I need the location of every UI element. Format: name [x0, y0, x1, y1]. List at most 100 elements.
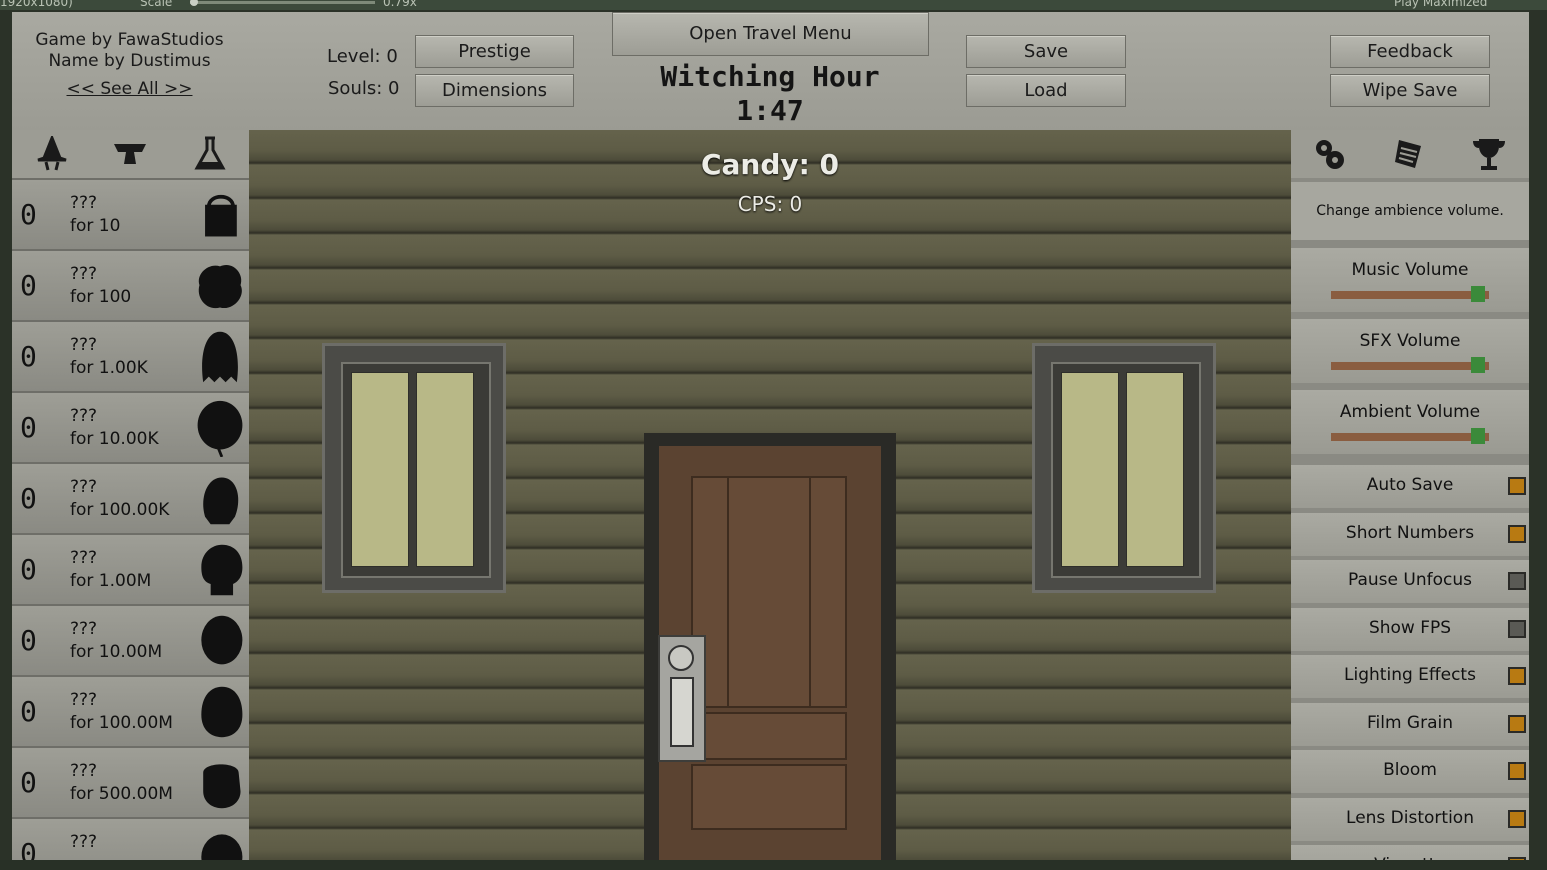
notes-icon[interactable] [1391, 136, 1427, 172]
setting-checkbox[interactable] [1508, 477, 1526, 495]
upgrade-row[interactable]: 0??? for 100 [12, 249, 249, 320]
scale-slider-knob[interactable] [190, 0, 198, 6]
right-tabs [1291, 130, 1529, 178]
scale-slider[interactable] [190, 1, 375, 4]
credit-line-1: Game by FawaStudios [35, 30, 224, 50]
locked-silhouette-icon [198, 265, 242, 309]
setting-toggle-row[interactable]: Film Grain [1291, 702, 1529, 746]
volume-slider-handle[interactable] [1471, 286, 1486, 302]
editor-toolbar: 1920x1080) Scale 0.79x Play Maximized [0, 0, 1547, 10]
upgrade-row[interactable]: 0??? for 500.00M [12, 746, 249, 817]
setting-toggle-row[interactable]: Bloom [1291, 750, 1529, 793]
locked-silhouette-icon [201, 834, 243, 860]
souls-label-text: Souls: [328, 78, 383, 99]
scale-label: Scale [140, 0, 173, 9]
setting-toggle-row[interactable]: Show FPS [1291, 607, 1529, 651]
upgrade-count: 0 [20, 837, 37, 860]
save-button[interactable]: Save [966, 35, 1126, 68]
setting-toggle-row[interactable]: Lighting Effects [1291, 655, 1529, 698]
lock-icon [668, 645, 694, 671]
setting-checkbox[interactable] [1508, 714, 1526, 733]
door-handle[interactable] [658, 635, 706, 762]
level-label: Level: 0 [327, 46, 398, 67]
upgrade-name: ??? [70, 335, 98, 355]
setting-label: Lens Distortion [1346, 807, 1474, 828]
upgrade-cost: for 100 [70, 287, 132, 307]
upgrade-count: 0 [20, 766, 37, 799]
flask-icon[interactable] [192, 136, 228, 172]
prestige-button[interactable]: Prestige [415, 35, 574, 68]
setting-toggle-row[interactable]: Vignette [1291, 845, 1529, 860]
feedback-button[interactable]: Feedback [1330, 35, 1490, 68]
setting-toggle-row[interactable]: Pause Unfocus [1291, 560, 1529, 603]
upgrade-name: ??? [70, 406, 98, 426]
setting-checkbox[interactable] [1508, 619, 1526, 638]
left-window [322, 343, 506, 593]
upgrade-row[interactable]: 0??? for 10.00K [12, 391, 249, 462]
volume-slider[interactable] [1331, 433, 1489, 441]
upgrade-count: 0 [20, 411, 37, 444]
volume-setting: SFX Volume [1291, 319, 1529, 383]
volume-slider[interactable] [1331, 291, 1489, 299]
upgrade-cost: for 1.00K [70, 358, 148, 378]
volume-slider[interactable] [1331, 362, 1489, 370]
wipe-save-button[interactable]: Wipe Save [1330, 74, 1490, 107]
setting-label: Vignette [1291, 855, 1529, 860]
bottom-strip [0, 860, 1547, 870]
see-all-link[interactable]: << See All >> [32, 79, 227, 100]
setting-checkbox[interactable] [1508, 762, 1526, 780]
upgrade-cost: for 100.00K [70, 500, 170, 520]
play-maximized-toggle[interactable]: Play Maximized [1394, 0, 1487, 9]
upgrade-text: ??? for 100 [70, 263, 131, 309]
candy-counter: Candy: 0 [700, 148, 840, 181]
upgrade-cost: for 10.00K [70, 429, 159, 449]
locked-silhouette-icon [203, 477, 239, 525]
volume-setting: Ambient Volume [1291, 390, 1529, 454]
upgrades-panel: 0??? for 10 0??? for 100 0??? for 1.00K 0??? fo… [12, 130, 249, 860]
volume-slider-handle[interactable] [1471, 428, 1486, 444]
setting-toggle-row[interactable]: Short Numbers [1291, 512, 1529, 556]
setting-toggle-row[interactable]: Auto Save [1291, 465, 1529, 508]
upgrade-row[interactable]: 0??? for 100.00K [12, 462, 249, 533]
upgrade-text: ??? for 500.00M [70, 760, 173, 806]
upgrade-row[interactable]: 0 ??? for 10 [12, 178, 249, 249]
travel-menu-button[interactable]: Open Travel Menu [612, 12, 929, 56]
setting-checkbox[interactable] [1508, 857, 1526, 860]
upgrade-text: ??? for 10.00M [70, 618, 162, 664]
upgrade-count: 0 [20, 198, 37, 231]
resolution-label: 1920x1080) [0, 0, 73, 9]
witch-hat-icon[interactable] [34, 136, 70, 172]
upgrade-row[interactable]: 0??? [12, 817, 249, 860]
left-tabs [12, 130, 249, 178]
trophy-icon[interactable] [1471, 136, 1507, 172]
souls-label: Souls: 0 [328, 78, 399, 99]
locked-silhouette-icon [202, 331, 238, 383]
upgrade-text: ??? for 1.00M [70, 547, 151, 593]
volume-slider-handle[interactable] [1471, 357, 1486, 373]
upgrade-text: ??? for 10 [70, 192, 120, 238]
upgrade-cost: for 500.00M [70, 784, 173, 804]
setting-checkbox[interactable] [1508, 667, 1526, 685]
settings-panel: Change ambience volume. Music Volume SFX … [1291, 130, 1529, 860]
setting-checkbox[interactable] [1508, 809, 1526, 828]
anvil-icon[interactable] [112, 136, 148, 172]
level-value: 0 [386, 46, 398, 67]
upgrade-name: ??? [70, 619, 98, 639]
upgrade-name: ??? [70, 193, 98, 213]
setting-toggle-row[interactable]: Lens Distortion [1291, 797, 1529, 841]
upgrade-text: ??? for 1.00K [70, 334, 148, 380]
upgrade-row[interactable]: 0??? for 1.00K [12, 320, 249, 391]
setting-label: Auto Save [1366, 475, 1454, 495]
upgrade-name: ??? [70, 761, 98, 781]
setting-checkbox[interactable] [1508, 524, 1526, 543]
locked-silhouette-icon [197, 400, 243, 457]
upgrade-name: ??? [70, 690, 98, 710]
gears-icon[interactable] [1311, 136, 1347, 172]
setting-checkbox[interactable] [1508, 572, 1526, 590]
upgrade-row[interactable]: 0??? for 1.00M [12, 533, 249, 604]
upgrade-row[interactable]: 0??? for 100.00M [12, 675, 249, 746]
load-button[interactable]: Load [966, 74, 1126, 107]
upgrade-row[interactable]: 0??? for 10.00M [12, 604, 249, 675]
dimensions-button[interactable]: Dimensions [415, 74, 574, 107]
upgrade-text: ??? [70, 831, 97, 854]
